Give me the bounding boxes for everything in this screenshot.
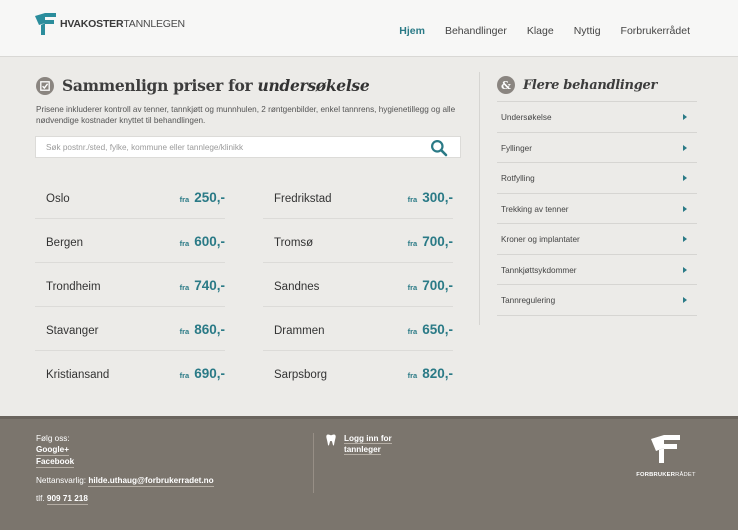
sidebar-title-row: & Flere behandlinger [497,76,697,94]
sidebar-title: Flere behandlinger [523,77,658,93]
sidebar-item-label: Fyllinger [501,143,532,153]
city-name: Bergen [46,237,84,249]
sidebar-list: Undersøkelse Fyllinger Rotfylling Trekki… [497,101,697,316]
city-name: Trondheim [46,281,101,293]
city-price: fra 700,- [407,234,453,249]
phone-label: tlf. [36,494,47,503]
sidebar-item-label: Kroner og implantater [501,235,580,244]
sidebar-treatments: & Flere behandlinger Undersøkelse Fyllin… [497,76,697,316]
city-row[interactable]: Sarpsborg fra 820,- [263,351,453,395]
sidebar-item-fyllinger[interactable]: Fyllinger [497,133,697,163]
city-price: fra 690,- [179,366,225,381]
tooth-icon [326,434,336,446]
forbrukerradet-logo-icon [651,435,680,463]
arrow-right-icon [683,266,687,273]
phone-link[interactable]: 909 71 218 [46,493,88,505]
page-title-emphasis: undersøkelse [257,76,370,95]
sidebar-item-tannregulering[interactable]: Tannregulering [497,285,697,316]
sidebar-item-trekking[interactable]: Trekking av tenner [497,194,697,224]
logo-text: HVAKOSTERTANNLEGEN [60,17,185,30]
search-icon [431,140,448,157]
arrow-right-icon [683,236,687,242]
city-price: fra 250,- [179,190,225,205]
city-name: Kristiansand [46,369,110,381]
arrow-right-icon [683,297,687,303]
main-content: Sammenlign priser for undersøkelse Prise… [0,58,738,416]
search-input[interactable] [36,137,416,158]
checkbox-icon [36,76,54,95]
city-price: fra 600,- [179,234,225,249]
arrow-right-icon [683,144,687,151]
webmaster-row: Nettansvarlig: hilde.uthaug@forbrukerrad… [36,475,214,487]
sidebar-item-kroner[interactable]: Kroner og implantater [497,224,697,255]
city-name: Sarpsborg [274,369,328,381]
forbrukerradet-logo[interactable]: FORBRUKERRÅDET [636,435,696,478]
page-title-row: Sammenlign priser for undersøkelse [36,76,370,95]
site-logo[interactable]: HVAKOSTERTANNLEGEN [35,13,185,35]
city-price: fra 860,- [179,322,225,337]
sidebar-item-label: Undersøkelse [501,113,552,122]
dentist-login-link[interactable]: Logg inn for tannleger [326,433,392,455]
ampersand-icon: & [497,76,515,94]
page-title: Sammenlign priser for undersøkelse [62,76,370,95]
arrow-right-icon [683,114,687,120]
webmaster-label: Nettansvarlig: [36,476,89,485]
city-name: Oslo [46,193,70,205]
city-row[interactable]: Fredrikstad fra 300,- [263,175,453,219]
city-name: Drammen [274,325,325,337]
footer-contact: Følg oss: Google+ Facebook Nettansvarlig… [36,433,214,505]
dentist-login-text: Logg inn for tannleger [344,434,392,455]
column-divider [479,72,480,325]
nav-item-klage[interactable]: Klage [527,25,554,37]
city-name: Stavanger [46,325,99,337]
search-button[interactable] [430,139,448,157]
main-nav: Hjem Behandlinger Klage Nyttig Forbruker… [379,25,690,37]
city-row[interactable]: Trondheim fra 740,- [35,263,225,307]
city-row[interactable]: Drammen fra 650,- [263,307,453,351]
city-price: fra 740,- [179,278,225,293]
site-footer: Følg oss: Google+ Facebook Nettansvarlig… [0,416,738,530]
city-price: fra 650,- [407,322,453,337]
city-row[interactable]: Stavanger fra 860,- [35,307,225,351]
facebook-link[interactable]: Facebook [36,456,75,468]
city-name: Sandnes [274,281,320,293]
city-row[interactable]: Bergen fra 600,- [35,219,225,263]
sidebar-item-label: Trekking av tenner [501,204,569,214]
phone-row: tlf. 909 71 218 [36,493,214,505]
footer-divider [313,433,314,493]
search-box [35,136,461,158]
webmaster-email-link[interactable]: hilde.uthaug@forbrukerradet.no [88,475,214,487]
city-price: fra 700,- [407,278,453,293]
arrow-right-icon [683,205,687,212]
sidebar-item-label: Tannregulering [501,296,556,305]
sidebar-item-tannkjott[interactable]: Tannkjøttsykdommer [497,255,697,285]
city-row[interactable]: Tromsø fra 700,- [263,219,453,263]
city-price: fra 300,- [407,190,453,205]
city-price: fra 820,- [407,366,453,381]
follow-label: Følg oss: [36,434,70,443]
nav-item-behandlinger[interactable]: Behandlinger [445,25,507,37]
arrow-right-icon [683,175,687,181]
forbrukerradet-logo-text: FORBRUKERRÅDET [636,472,696,478]
city-column-left: Oslo fra 250,- Bergen fra 600,- Trondheim … [35,175,225,395]
city-row[interactable]: Kristiansand fra 690,- [35,351,225,395]
city-name: Tromsø [274,237,314,249]
sidebar-item-rotfylling[interactable]: Rotfylling [497,163,697,194]
nav-item-nyttig[interactable]: Nyttig [574,25,601,37]
logo-icon [35,13,56,35]
city-row[interactable]: Oslo fra 250,- [35,175,225,219]
city-row[interactable]: Sandnes fra 700,- [263,263,453,307]
sidebar-item-label: Rotfylling [501,174,535,183]
nav-item-forbrukerradet[interactable]: Forbrukerrådet [621,25,690,37]
nav-item-hjem[interactable]: Hjem [399,25,425,37]
city-column-right: Fredrikstad fra 300,- Tromsø fra 700,- San… [263,175,453,395]
google-plus-link[interactable]: Google+ [36,444,69,456]
sidebar-item-label: Tannkjøttsykdommer [501,265,577,275]
city-name: Fredrikstad [274,193,332,205]
price-description: Prisene inkluderer kontroll av tenner, t… [36,105,456,125]
sidebar-item-undersokelse[interactable]: Undersøkelse [497,102,697,133]
site-header: HVAKOSTERTANNLEGEN Hjem Behandlinger Kla… [0,0,738,57]
